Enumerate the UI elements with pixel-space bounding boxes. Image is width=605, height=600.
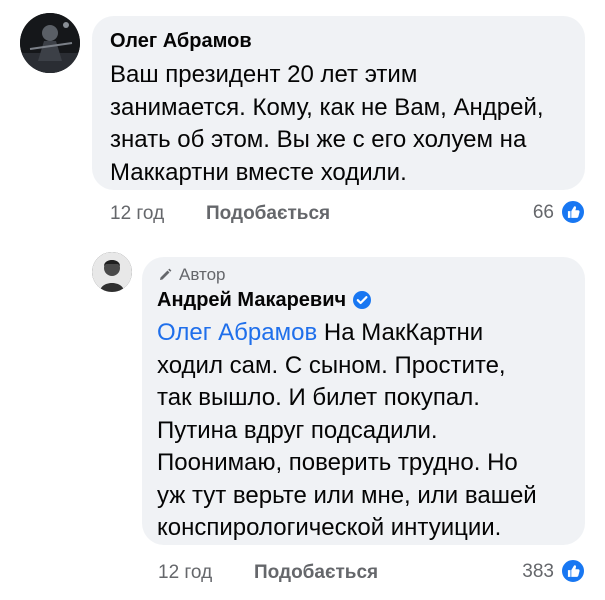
like-button[interactable]: Подобається [206,203,330,225]
mention-link[interactable]: Олег Абрамов [157,319,317,346]
reply-like-count[interactable]: 383 [508,561,554,583]
comment-text: Ваш президент 20 лет этим занимается. Ко… [110,61,544,186]
reply-author-name[interactable]: Андрей Макаревич [157,288,346,312]
avatar[interactable] [20,13,80,73]
author-badge: Автор [157,265,226,285]
comment-bubble: Олег Абрамов Ваш президент 20 лет этим з… [92,16,585,190]
like-count[interactable]: 66 [520,202,554,224]
reply-like-button[interactable]: Подобається [254,562,378,584]
reply-thumbs-up-icon[interactable] [560,558,586,584]
reply-text: Олег Абрамов На МакКартни ходил сам. С с… [157,317,582,545]
comment-timestamp[interactable]: 12 год [110,203,164,225]
pen-icon [160,268,172,280]
thumbs-up-icon[interactable] [560,199,586,225]
verified-badge-icon [353,291,372,309]
reply-bubble: Автор Андрей Макаревич Олег Абрамов На М… [142,257,585,545]
comments-thread: Олег Абрамов Ваш президент 20 лет этим з… [0,0,605,600]
reply-avatar[interactable] [92,252,132,292]
reply-text-body: На МакКартни ходил сам. С сыном. Простит… [157,319,537,541]
author-badge-label: Автор [179,265,226,284]
reply-timestamp[interactable]: 12 год [158,562,212,584]
comment-author[interactable]: Олег Абрамов [110,29,252,53]
reply-author[interactable]: Андрей Макаревич [157,288,372,312]
